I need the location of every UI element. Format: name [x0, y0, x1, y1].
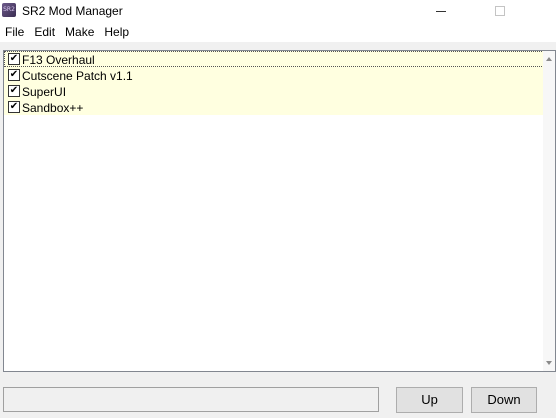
mod-label: Cutscene Patch v1.1 — [22, 69, 133, 83]
menu-edit[interactable]: Edit — [33, 22, 60, 42]
main-window: SR2 SR2 Mod Manager File Edit Make Help … — [0, 0, 556, 418]
minimize-icon — [436, 10, 446, 12]
title-bar[interactable]: SR2 SR2 Mod Manager — [0, 0, 556, 22]
mod-checkbox[interactable]: ✔ — [8, 69, 20, 81]
status-field — [3, 387, 379, 412]
mod-label: Sandbox++ — [22, 101, 84, 115]
menu-bar: File Edit Make Help — [0, 22, 556, 42]
app-icon: SR2 — [2, 3, 16, 17]
mod-row[interactable]: ✔ Cutscene Patch v1.1 — [4, 67, 544, 83]
window-title: SR2 Mod Manager — [22, 4, 123, 18]
mod-checkbox[interactable]: ✔ — [8, 85, 20, 97]
mod-label: F13 Overhaul — [22, 53, 95, 67]
mod-row[interactable]: ✔ F13 Overhaul — [4, 51, 544, 67]
scroll-up-icon[interactable] — [546, 57, 552, 61]
minimize-button[interactable] — [418, 0, 464, 22]
menu-make[interactable]: Make — [64, 22, 99, 42]
mod-row[interactable]: ✔ Sandbox++ — [4, 99, 544, 115]
mod-checkbox[interactable]: ✔ — [8, 101, 20, 113]
maximize-button[interactable] — [477, 0, 523, 22]
vertical-scrollbar[interactable] — [543, 51, 555, 371]
menu-file[interactable]: File — [4, 22, 29, 42]
mod-row[interactable]: ✔ SuperUI — [4, 83, 544, 99]
up-button[interactable]: Up — [396, 387, 463, 413]
mod-label: SuperUI — [22, 85, 67, 99]
mod-checkbox[interactable]: ✔ — [8, 53, 20, 65]
scroll-down-icon[interactable] — [546, 361, 552, 365]
menu-help[interactable]: Help — [103, 22, 134, 42]
maximize-icon — [495, 6, 505, 16]
down-button[interactable]: Down — [471, 387, 537, 413]
mod-list[interactable]: ✔ F13 Overhaul ✔ Cutscene Patch v1.1 ✔ S… — [3, 50, 556, 372]
